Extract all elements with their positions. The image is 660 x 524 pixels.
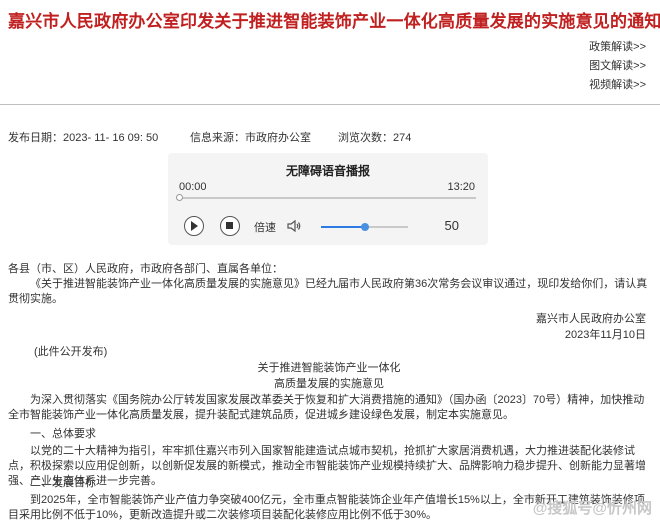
section-heading: 一、总体要求 — [30, 428, 96, 440]
stop-button[interactable] — [220, 216, 240, 236]
progress-knob[interactable] — [176, 194, 183, 201]
audio-player: 无障碍语音播报 00:00 13:20 倍速 50 — [168, 153, 488, 245]
watermark: @搜狐号@忻州网 — [532, 500, 652, 517]
graphic-interpretation-link[interactable]: 图文解读>> — [589, 57, 646, 76]
page-title: 嘉兴市人民政府办公室印发关于推进智能装饰产业一体化高质量发展的实施意见的通知 — [8, 12, 660, 31]
current-time: 00:00 — [179, 181, 207, 193]
doc-signature: 嘉兴市人民政府办公室 — [536, 313, 646, 325]
total-time: 13:20 — [447, 181, 475, 193]
section-heading: 二、发展目标 — [30, 477, 96, 489]
doc-paragraph: 为深入贯彻落实《国务院办公厅转发国家发展改革委关于恢复和扩大消费措施的通知》（国… — [8, 394, 645, 421]
progress-bar[interactable] — [176, 194, 476, 201]
doc-heading-line2: 高质量发展的实施意见 — [274, 378, 384, 390]
doc-heading-line1: 关于推进智能装饰产业一体化 — [257, 362, 401, 374]
doc-intro: 《关于推进智能装饰产业一体化高质量发展的实施意见》已经九届市人民政府第36次常务… — [8, 278, 648, 305]
speed-button[interactable]: 倍速 — [254, 219, 276, 235]
volume-knob[interactable] — [360, 223, 369, 231]
publish-date: 发布日期：2023- 11- 16 09: 50 — [8, 132, 159, 144]
volume-icon[interactable] — [286, 218, 302, 239]
volume-value: 50 — [444, 218, 459, 233]
play-button[interactable] — [184, 216, 204, 236]
public-note: (此件公开发布) — [34, 346, 108, 358]
view-count: 浏览次数：274 — [338, 132, 412, 144]
interpretation-links: 政策解读>> 图文解读>> 视频解读>> — [589, 38, 646, 95]
doc-recipients: 各县（市、区）人民政府，市政府各部门、直属各单位： — [8, 263, 283, 275]
policy-interpretation-link[interactable]: 政策解读>> — [589, 38, 646, 57]
player-title: 无障碍语音播报 — [285, 164, 370, 178]
info-source: 信息来源：市政府办公室 — [190, 132, 311, 144]
divider — [0, 104, 660, 105]
volume-fill — [321, 226, 365, 228]
video-interpretation-link[interactable]: 视频解读>> — [589, 76, 646, 95]
doc-date: 2023年11月10日 — [564, 329, 646, 341]
volume-slider[interactable] — [321, 223, 408, 231]
